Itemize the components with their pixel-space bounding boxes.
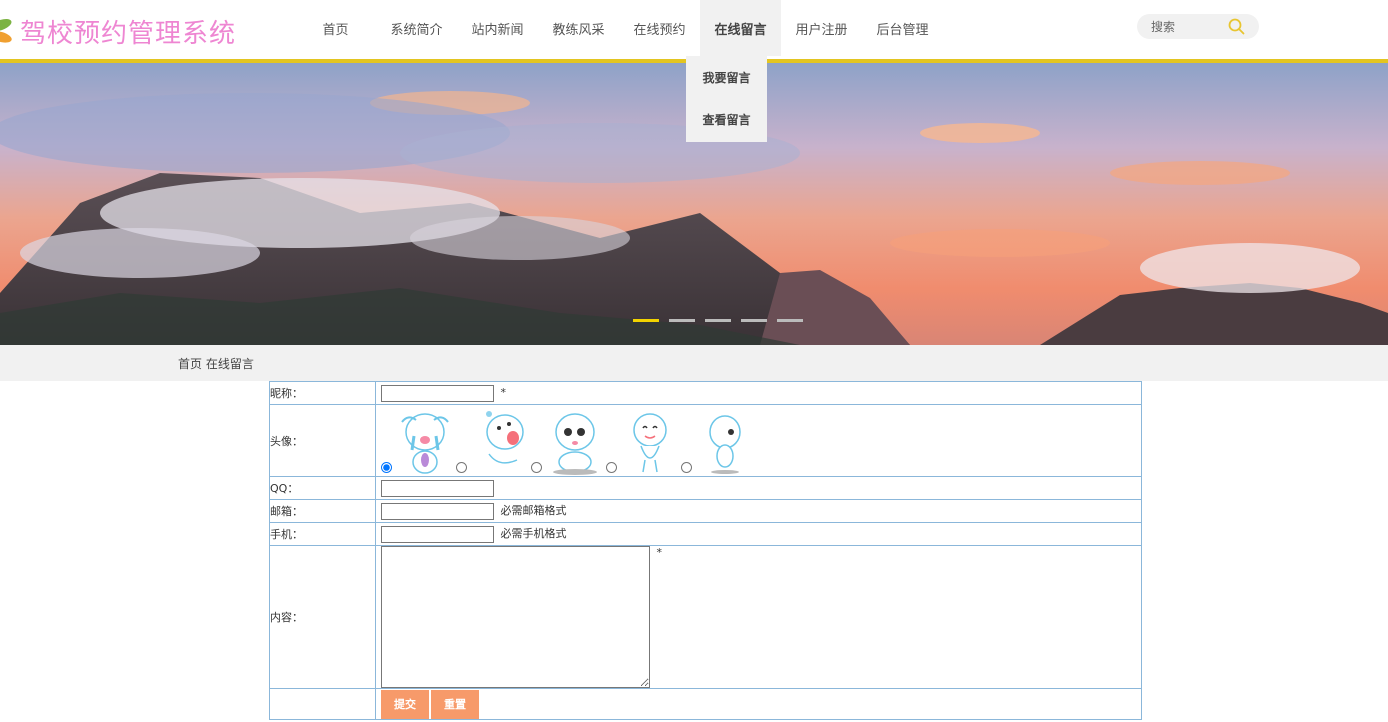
nav-messages[interactable]: 在线留言 [700, 0, 781, 56]
dropdown-view-messages[interactable]: 查看留言 [686, 98, 767, 140]
search-icon[interactable] [1228, 18, 1245, 35]
search-box [1137, 14, 1259, 39]
avatar-label: 头像： [269, 404, 376, 477]
breadcrumb-current: 在线留言 [205, 357, 254, 371]
nav-booking[interactable]: 在线预约 [619, 0, 700, 56]
avatar-radio-3[interactable] [531, 461, 542, 473]
content-required-mark: * [656, 546, 663, 559]
avatar-option-4[interactable] [606, 410, 681, 476]
qq-input[interactable] [381, 479, 494, 497]
message-form: 昵称： * 头像： QQ： 邮箱： 必需邮箱格式 手机： 必需手机格式 内容： … [269, 381, 1142, 720]
main-nav: 首页 系统简介 站内新闻 教练风采 在线预约 在线留言 用户注册 后台管理 [295, 0, 943, 56]
avatar-radio-5[interactable] [681, 461, 692, 473]
header: 驾校预约管理系统 首页 系统简介 站内新闻 教练风采 在线预约 在线留言 用户注… [0, 0, 1388, 60]
logo-icon [0, 16, 20, 46]
site-title: 驾校预约管理系统 [20, 18, 237, 49]
slide-dot-3[interactable] [705, 319, 731, 322]
nav-admin[interactable]: 后台管理 [862, 0, 943, 56]
phone-label: 手机： [269, 522, 376, 546]
nav-home[interactable]: 首页 [295, 0, 376, 56]
breadcrumb: 首页 在线留言 [178, 355, 254, 372]
nickname-required-mark: * [500, 386, 507, 399]
banner-pagination [633, 319, 803, 322]
qq-label: QQ： [269, 476, 376, 500]
nav-news[interactable]: 站内新闻 [457, 0, 538, 56]
actions-label-cell [269, 688, 376, 720]
dropdown-leave-message[interactable]: 我要留言 [686, 56, 767, 98]
nav-coaches[interactable]: 教练风采 [538, 0, 619, 56]
site-logo[interactable]: 驾校预约管理系统 [0, 13, 236, 49]
avatar-radio-2[interactable] [456, 461, 467, 473]
search-input[interactable] [1151, 19, 1231, 34]
slide-dot-1[interactable] [633, 319, 659, 322]
email-hint: 必需邮箱格式 [500, 504, 567, 518]
content-textarea[interactable] [381, 546, 650, 688]
content-label: 内容： [269, 545, 376, 689]
avatar-image-4 [633, 412, 667, 472]
email-label: 邮箱： [269, 499, 376, 523]
avatar-image-1 [401, 412, 449, 474]
avatar-radio-4[interactable] [606, 461, 617, 473]
email-input[interactable] [381, 502, 494, 520]
reset-button[interactable]: 重置 [431, 689, 479, 719]
nickname-label: 昵称： [269, 381, 376, 405]
slide-dot-4[interactable] [741, 319, 767, 322]
nickname-input[interactable] [381, 384, 494, 402]
avatar-option-3[interactable] [531, 410, 606, 476]
nav-intro[interactable]: 系统简介 [376, 0, 457, 56]
phone-hint: 必需手机格式 [500, 527, 567, 541]
slide-dot-5[interactable] [777, 319, 803, 322]
breadcrumb-bar: 首页 在线留言 [0, 345, 1388, 381]
slide-dot-2[interactable] [669, 319, 695, 322]
avatar-option-5[interactable] [681, 410, 756, 476]
avatar-image-3 [553, 412, 597, 475]
avatar-radio-1[interactable] [381, 461, 392, 473]
avatar-image-2 [486, 410, 524, 464]
avatar-option-1[interactable] [381, 410, 456, 476]
avatar-option-2[interactable] [456, 410, 531, 476]
breadcrumb-home[interactable]: 首页 [178, 357, 202, 371]
phone-input[interactable] [381, 525, 494, 543]
messages-dropdown: 我要留言 查看留言 [686, 56, 767, 142]
nav-register[interactable]: 用户注册 [781, 0, 862, 56]
submit-button[interactable]: 提交 [381, 689, 429, 719]
avatar-image-5 [709, 414, 741, 474]
avatar-picker [381, 406, 1141, 476]
